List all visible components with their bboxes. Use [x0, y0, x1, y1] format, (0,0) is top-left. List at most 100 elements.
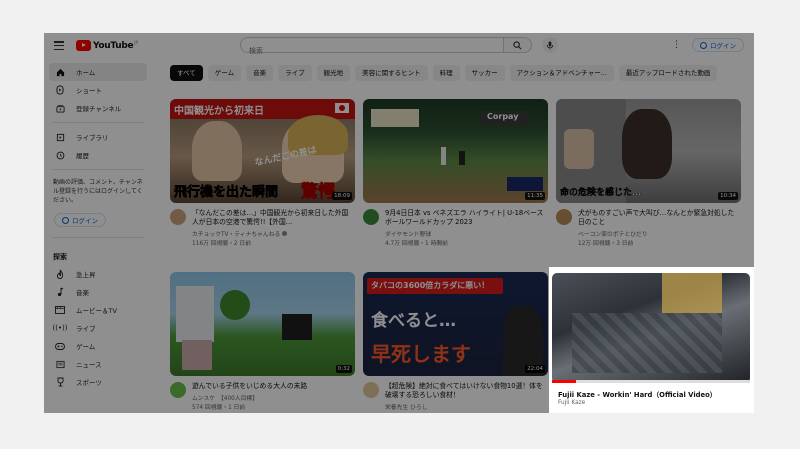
sidebar-item-label: ニュース [76, 361, 102, 369]
channel-avatar[interactable] [363, 382, 379, 398]
video-card[interactable]: 命の危険を感じた… 10:34 犬がものすごい声で大叫び…なんとか緊急対処した日… [556, 99, 741, 247]
sidebar-item-label: ライブ [76, 325, 96, 333]
verified-icon [282, 231, 288, 236]
video-stats: 4.7万 回視聴・1 時間前 [385, 241, 448, 247]
login-button[interactable]: ログイン [692, 38, 744, 52]
video-card[interactable]: 0:32 遊んでいる子供をいじめる大人の末路 ムンスケ 【400人目標】 574… [170, 272, 355, 411]
news-icon [53, 357, 67, 371]
sidebar-item-history[interactable]: 履歴 [44, 146, 152, 164]
voice-search-button[interactable] [542, 37, 558, 53]
sidebar-item-sports[interactable]: スポーツ [44, 373, 152, 391]
microphone-icon [546, 40, 554, 50]
chip-action-adventure[interactable]: アクション＆アドベンチャー... [509, 65, 614, 81]
banner-text: Corpay [487, 112, 519, 121]
video-thumbnail[interactable]: タバコの3600倍カラダに悪い！ 食べると… 早死します 22:04 [363, 272, 548, 376]
gaming-icon [53, 339, 67, 353]
video-card[interactable]: 中国観光から初来日 なんだこの差は 飛行機を出た瞬間 驚愕 18:09 「なんだ… [170, 99, 355, 247]
chip-gaming[interactable]: ゲーム [207, 65, 242, 81]
video-title[interactable]: 9月4日日本 vs ベネズエラ ハイライト| U-18ベースボールワールドカップ… [385, 209, 548, 227]
preview-channel[interactable]: Fujii Kaze [558, 400, 585, 406]
channel-avatar[interactable] [556, 209, 572, 225]
preview-video[interactable] [552, 273, 750, 383]
settings-menu-icon[interactable]: ⋮ [672, 40, 681, 50]
video-duration: 22:04 [525, 365, 545, 373]
sidebar-item-label: ライブラリ [76, 134, 109, 142]
video-thumbnail[interactable]: 0:32 [170, 272, 355, 376]
sidebar-item-label: ゲーム [76, 343, 96, 351]
channel-name[interactable]: ベーコン家のポテとひだり [578, 229, 741, 238]
video-title[interactable]: 【超危険】絶対に食べてはいけない食物10選！体を破壊する恐ろしい食材！ [385, 382, 548, 400]
video-title[interactable]: 犬がものすごい声で大叫び…なんとか緊急対処した日のこと [578, 209, 741, 227]
user-icon [62, 216, 69, 224]
tree-image [220, 290, 250, 320]
menu-icon[interactable] [54, 41, 64, 50]
channel-avatar[interactable] [363, 209, 379, 225]
channel-avatar[interactable] [170, 209, 186, 225]
sidebar: ホーム ショート 登録チャンネル ライブラリ 履歴 動画の評価、コメント、チャン… [44, 63, 152, 413]
video-title[interactable]: 「なんだこの差は…」中国観光から初来日した外国人が日本の空港で驚愕!!【外国..… [192, 209, 355, 227]
channel-name[interactable]: ムンスケ 【400人目標】 [192, 393, 307, 402]
sidebar-item-shorts[interactable]: ショート [44, 81, 152, 99]
search-button[interactable] [504, 37, 532, 53]
sidebar-item-trending[interactable]: 急上昇 [44, 265, 152, 283]
video-thumbnail[interactable]: 中国観光から初来日 なんだこの差は 飛行機を出た瞬間 驚愕 18:09 [170, 99, 355, 203]
sidebar-item-library[interactable]: ライブラリ [44, 128, 152, 146]
chip-recently-uploaded[interactable]: 最近アップロードされた動画 [618, 65, 718, 81]
search-input[interactable] [241, 44, 489, 58]
thumbnail-caption: 驚愕 [301, 182, 336, 203]
video-card[interactable]: Corpay 11:35 9月4日日本 vs ベネズエラ ハイライト| U-18… [363, 99, 548, 247]
trophy-icon [53, 375, 67, 389]
sidebar-item-subscriptions[interactable]: 登録チャンネル [44, 99, 152, 117]
video-title[interactable]: 遊んでいる子供をいじめる大人の末路 [192, 382, 307, 391]
excavator-image [662, 273, 722, 313]
building-image [176, 286, 214, 342]
video-stats: 574 回視聴・1 日前 [192, 405, 246, 411]
video-preview-popup[interactable]: Fujii Kaze - Workin' Hard（Official Video… [549, 267, 754, 413]
japan-flag-icon [335, 103, 349, 113]
sidebar-item-label: ムービー＆TV [76, 307, 117, 315]
sidebar-item-label: スポーツ [76, 379, 102, 387]
chip-soccer[interactable]: サッカー [464, 65, 505, 81]
sidebar-login-button[interactable]: ログイン [54, 213, 106, 227]
channel-name[interactable]: ダイヤモンド野球 [385, 229, 548, 238]
dog-image [622, 109, 672, 179]
player-figure [459, 151, 465, 165]
sidebar-item-label: 登録チャンネル [76, 105, 122, 113]
user-icon [700, 41, 707, 49]
sidebar-divider [52, 169, 144, 170]
video-thumbnail[interactable]: Corpay 11:35 [363, 99, 548, 203]
sidebar-item-label: 急上昇 [76, 271, 96, 279]
channel-name[interactable]: 栄養先生 ひろし [385, 402, 548, 411]
chip-sightseeing[interactable]: 観光地 [316, 65, 351, 81]
chip-music[interactable]: 音楽 [246, 65, 274, 81]
thumbnail-caption: タバコの3600倍カラダに悪い！ [371, 281, 490, 290]
channel-avatar[interactable] [170, 382, 186, 398]
video-thumbnail[interactable]: 命の危険を感じた… 10:34 [556, 99, 741, 203]
sidebar-item-movies[interactable]: ムービー＆TV [44, 301, 152, 319]
video-duration: 0:32 [335, 365, 352, 373]
scoreboard-sign [371, 109, 419, 127]
sidebar-item-news[interactable]: ニュース [44, 355, 152, 373]
logo-region: JP [134, 40, 138, 45]
search-box [240, 37, 504, 58]
video-stats: 116万 回視聴・2 日前 [192, 241, 252, 247]
logo-text: YouTube [93, 40, 134, 51]
scrap-metal-image [572, 313, 722, 373]
score-overlay [507, 177, 543, 191]
youtube-logo[interactable]: YouTube JP [76, 40, 138, 51]
video-card[interactable]: タバコの3600倍カラダに悪い！ 食べると… 早死します 22:04 【超危険】… [363, 272, 548, 411]
chip-beauty-tips[interactable]: 美容に関するヒント [355, 65, 428, 81]
chip-all[interactable]: すべて [170, 65, 203, 81]
sidebar-item-gaming[interactable]: ゲーム [44, 337, 152, 355]
login-label: ログイン [710, 42, 736, 50]
search-icon [513, 40, 522, 49]
chip-live[interactable]: ライブ [278, 65, 312, 81]
sidebar-item-live[interactable]: ((•)) ライブ [44, 319, 152, 337]
music-icon [53, 285, 67, 299]
sidebar-divider [52, 237, 144, 238]
sidebar-item-music[interactable]: 音楽 [44, 283, 152, 301]
login-prompt-text: 動画の評価、コメント、チャンネル登録を行うにはログインしてください。 [53, 179, 143, 204]
chip-cooking[interactable]: 料理 [432, 65, 460, 81]
preview-title[interactable]: Fujii Kaze - Workin' Hard（Official Video… [558, 389, 717, 399]
sidebar-item-home[interactable]: ホーム [49, 63, 147, 81]
